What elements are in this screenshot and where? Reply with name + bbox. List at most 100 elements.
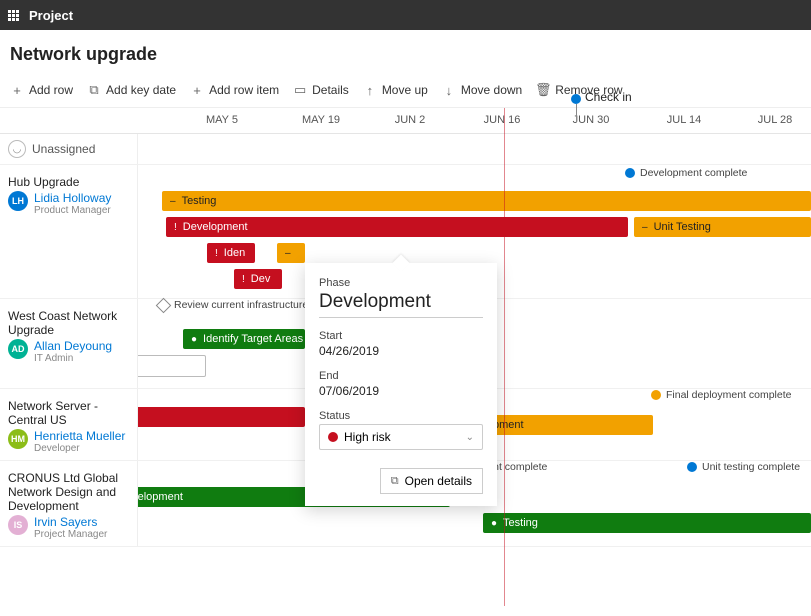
owner-role: Developer bbox=[34, 443, 125, 454]
group-title: Network Server - Central US bbox=[8, 395, 129, 429]
owner[interactable]: ADAllan DeyoungIT Admin bbox=[8, 339, 129, 364]
start-field-label: Start bbox=[319, 330, 483, 342]
row-chart[interactable] bbox=[138, 134, 811, 164]
toolbar: +Add row ⧉Add key date +Add row item ▭De… bbox=[0, 75, 811, 108]
owner-name: Lidia Holloway bbox=[34, 191, 111, 205]
status-value: High risk bbox=[344, 430, 391, 444]
group-title: West Coast Network Upgrade bbox=[8, 305, 129, 339]
owner-role: Product Manager bbox=[34, 205, 111, 216]
details-button[interactable]: ▭Details bbox=[293, 83, 349, 97]
status-icon: ● bbox=[191, 334, 197, 345]
open-details-button[interactable]: ⧉ Open details bbox=[380, 468, 483, 494]
new-bar-input[interactable] bbox=[136, 355, 206, 377]
gantt-bar[interactable]: ● Identify Target Areas fo bbox=[183, 329, 305, 349]
calendar-plus-icon: ⧉ bbox=[87, 83, 101, 97]
bar-label: Dev bbox=[251, 273, 271, 285]
gantt-bar[interactable]: ● Testing bbox=[483, 513, 811, 533]
status-select[interactable]: High risk ⌄ bbox=[319, 424, 483, 450]
avatar: IS bbox=[8, 515, 28, 535]
avatar: LH bbox=[8, 191, 28, 211]
gantt-bar[interactable]: – bbox=[277, 243, 305, 263]
app-topbar: Project bbox=[0, 0, 811, 30]
end-field-label: End bbox=[319, 370, 483, 382]
gantt-bar[interactable]: –Testing bbox=[162, 191, 811, 211]
today-line bbox=[504, 108, 505, 606]
status-icon: – bbox=[170, 196, 176, 207]
avatar: HM bbox=[8, 429, 28, 449]
status-icon: ● bbox=[491, 518, 497, 529]
bar-label: pment bbox=[493, 419, 524, 431]
group-title: Hub Upgrade bbox=[8, 171, 129, 191]
move-up-button[interactable]: ↑Move up bbox=[363, 83, 428, 97]
milestone-label: Development complete bbox=[640, 167, 747, 179]
milestone[interactable]: Unit testing complete bbox=[687, 461, 800, 473]
app-name: Project bbox=[29, 8, 73, 23]
bar-label: Identify Target Areas fo bbox=[203, 333, 305, 345]
bar-label: Testing bbox=[503, 517, 538, 529]
checkin-pin-icon bbox=[571, 94, 581, 104]
add-key-date-button[interactable]: ⧉Add key date bbox=[87, 83, 176, 97]
milestone[interactable]: Development complete bbox=[625, 167, 747, 179]
owner-name: Irvin Sayers bbox=[34, 515, 107, 529]
status-icon: – bbox=[285, 248, 291, 259]
details-icon: ▭ bbox=[293, 83, 307, 97]
timeline-header: MAY 5MAY 19JUN 2JUN 16JUN 30JUL 14JUL 28… bbox=[0, 108, 811, 134]
owner[interactable]: ISIrvin SayersProject Manager bbox=[8, 515, 129, 540]
milestone-pin-icon bbox=[651, 390, 661, 400]
move-down-button[interactable]: ↓Move down bbox=[442, 83, 522, 97]
milestone-diamond-icon bbox=[156, 297, 172, 313]
row-label[interactable]: West Coast Network UpgradeAD Allan Deyoun… bbox=[0, 299, 138, 388]
milestone-pin-icon bbox=[687, 462, 697, 472]
timeline-date: JUN 16 bbox=[484, 114, 521, 126]
person-icon: ◡ bbox=[8, 140, 26, 158]
status-icon: ! bbox=[174, 222, 177, 233]
checkin-marker[interactable]: Check in bbox=[571, 94, 581, 122]
gantt-bar[interactable]: !Iden bbox=[207, 243, 255, 263]
row-label[interactable]: Network Server - Central USHM Henrietta M… bbox=[0, 389, 138, 460]
status-icon: – bbox=[642, 222, 648, 233]
gantt-bar[interactable] bbox=[118, 407, 305, 427]
gantt-bar[interactable]: ! Development bbox=[166, 217, 628, 237]
gantt-bar[interactable]: pment bbox=[485, 415, 653, 435]
status-icon: ! bbox=[242, 274, 245, 285]
status-indicator-icon bbox=[328, 432, 338, 442]
plus-icon: + bbox=[10, 83, 24, 97]
avatar: AD bbox=[8, 339, 28, 359]
add-row-button[interactable]: +Add row bbox=[10, 83, 73, 97]
milestone[interactable]: Final deployment complete bbox=[651, 389, 791, 401]
owner-name: Henrietta Mueller bbox=[34, 429, 125, 443]
app-launcher-icon[interactable] bbox=[8, 10, 19, 21]
plus-icon: + bbox=[190, 83, 204, 97]
row-label[interactable]: CRONUS Ltd Global Network Design and Dev… bbox=[0, 461, 138, 546]
timeline-date: JUL 28 bbox=[758, 114, 792, 126]
start-date-value[interactable]: 04/26/2019 bbox=[319, 344, 483, 358]
phase-detail-popup: Phase Development Start 04/26/2019 End 0… bbox=[305, 263, 497, 506]
bar-label: Testing bbox=[182, 195, 217, 207]
milestone-label: Final deployment complete bbox=[666, 389, 791, 401]
checkin-label: Check in bbox=[585, 90, 632, 104]
unassigned-row[interactable]: ◡ Unassigned bbox=[0, 134, 811, 165]
group-title: CRONUS Ltd Global Network Design and Dev… bbox=[8, 467, 129, 515]
milestone-label: Unit testing complete bbox=[702, 461, 800, 473]
unassigned-label: ◡ Unassigned bbox=[0, 134, 138, 164]
gantt-bar[interactable]: –Unit Testing bbox=[634, 217, 811, 237]
gantt-bar[interactable]: ! Dev bbox=[234, 269, 282, 289]
timeline-date: JUN 2 bbox=[395, 114, 426, 126]
owner[interactable]: LH Lidia HollowayProduct Manager bbox=[8, 191, 129, 216]
phase-field-label: Phase bbox=[319, 277, 483, 289]
chevron-down-icon: ⌄ bbox=[466, 432, 474, 443]
milestone-pin-icon bbox=[625, 168, 635, 178]
owner[interactable]: HM Henrietta MuellerDeveloper bbox=[8, 429, 129, 454]
end-date-value[interactable]: 07/06/2019 bbox=[319, 384, 483, 398]
bar-label: Iden bbox=[224, 247, 245, 259]
trash-icon: 🗑 bbox=[536, 83, 550, 97]
page-title: Network upgrade bbox=[10, 44, 801, 65]
timeline-date: JUL 14 bbox=[667, 114, 701, 126]
page-header: Network upgrade bbox=[0, 30, 811, 75]
row-label[interactable]: Hub UpgradeLH Lidia HollowayProduct Manag… bbox=[0, 165, 138, 298]
bar-label: Development bbox=[183, 221, 248, 233]
owner-name: Allan Deyoung bbox=[34, 339, 112, 353]
phase-name-input[interactable]: Development bbox=[319, 291, 483, 318]
add-row-item-button[interactable]: +Add row item bbox=[190, 83, 279, 97]
timeline-date: MAY 5 bbox=[206, 114, 238, 126]
